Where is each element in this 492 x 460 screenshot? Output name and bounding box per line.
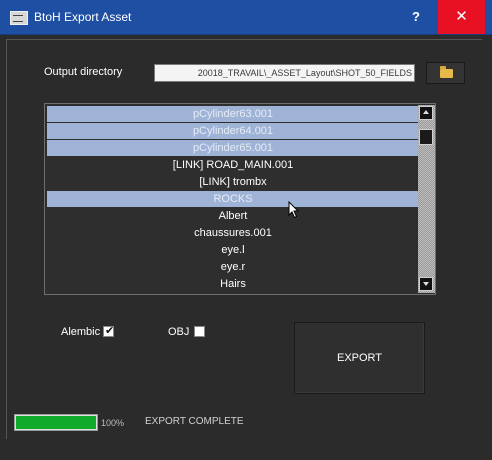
close-button[interactable]: ✕ xyxy=(438,0,485,34)
output-directory-label: Output directory xyxy=(44,66,123,78)
help-button[interactable]: ? xyxy=(394,0,438,34)
list-item[interactable]: [LINK] ROAD_MAIN.001 xyxy=(47,157,419,173)
alembic-checkbox[interactable]: ✔ xyxy=(103,325,115,337)
scroll-thumb[interactable] xyxy=(419,129,433,145)
alembic-label: Alembic xyxy=(61,326,101,338)
scroll-down-button[interactable] xyxy=(419,277,433,291)
list-scrollbar[interactable] xyxy=(418,105,435,293)
checkmark-icon: ✔ xyxy=(105,325,115,337)
list-item[interactable]: Albert xyxy=(47,208,419,224)
frame-left-border xyxy=(6,39,7,439)
list-item[interactable]: pCylinder63.001 xyxy=(47,106,419,122)
scroll-up-button[interactable] xyxy=(419,106,433,120)
progress-fill xyxy=(16,416,96,429)
list-item[interactable]: ROCKS xyxy=(47,191,419,207)
title-bar[interactable]: BtoH Export Asset ? ✕ xyxy=(0,0,492,35)
obj-checkbox[interactable] xyxy=(194,326,205,337)
list-item[interactable]: [LINK] trombx xyxy=(47,174,419,190)
output-directory-field[interactable] xyxy=(154,64,415,82)
progress-percent: 100% xyxy=(101,418,125,428)
app-icon xyxy=(10,11,28,25)
arrow-down-icon xyxy=(423,282,429,286)
export-progress-bar xyxy=(14,414,98,431)
list-item[interactable]: chaussures.001 xyxy=(47,225,419,241)
list-item[interactable]: Hairs xyxy=(47,276,419,292)
asset-list[interactable]: pCylinder63.001 pCylinder64.001 pCylinder6… xyxy=(44,103,436,295)
mouse-cursor-icon xyxy=(288,201,300,219)
folder-icon xyxy=(440,66,453,78)
arrow-up-icon xyxy=(423,110,429,114)
browse-folder-button[interactable] xyxy=(426,62,465,84)
export-button[interactable]: EXPORT xyxy=(294,322,425,394)
close-icon: ✕ xyxy=(455,8,468,25)
list-item[interactable]: pCylinder65.001 xyxy=(47,140,419,156)
obj-label: OBJ xyxy=(168,326,190,338)
frame-top-border xyxy=(6,39,482,40)
list-item[interactable]: eye.r xyxy=(47,259,419,275)
list-item[interactable]: pCylinder64.001 xyxy=(47,123,419,139)
list-item[interactable]: eye.l xyxy=(47,242,419,258)
status-message: EXPORT COMPLETE xyxy=(145,416,244,427)
window-title: BtoH Export Asset xyxy=(34,10,132,24)
